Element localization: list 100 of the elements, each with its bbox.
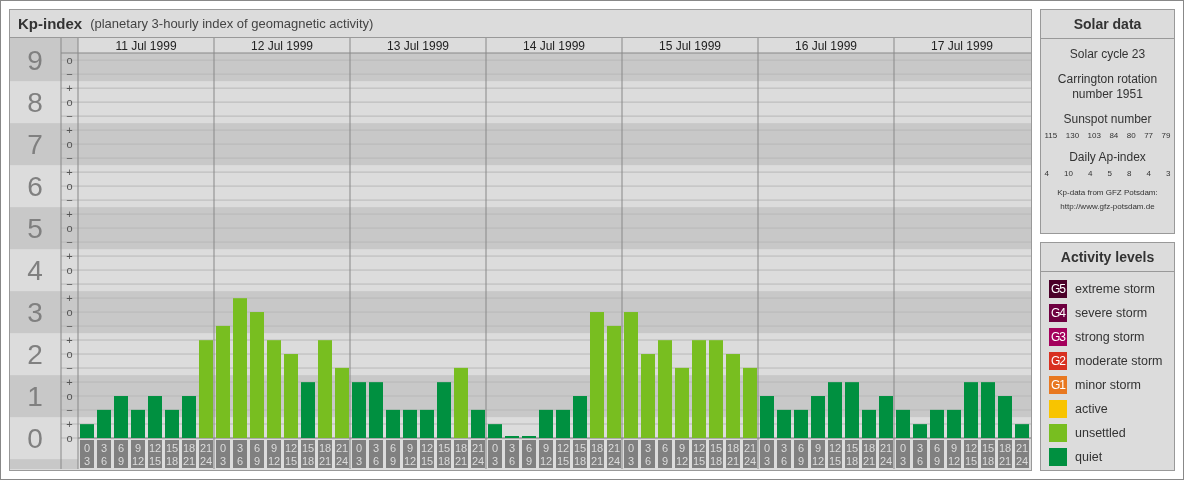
sunspot-value: 115 — [1044, 131, 1058, 140]
time-slot-label: 6 9 — [930, 440, 944, 468]
time-slot-label: 3 6 — [233, 440, 247, 468]
kp-bar — [879, 396, 893, 438]
kp-bar — [471, 409, 485, 438]
time-slot-label: 21 24 — [335, 440, 349, 468]
level-badge: G3 — [1049, 328, 1067, 346]
kp-bar — [573, 396, 587, 438]
time-slot-label: 15 18 — [845, 440, 859, 468]
kp-bar — [437, 382, 451, 438]
scale-mark: o — [66, 306, 73, 319]
time-slot-label: 6 9 — [114, 440, 128, 468]
time-slot-label: 9 12 — [811, 440, 825, 468]
sunspot-value: 77 — [1144, 131, 1154, 140]
time-slot-label: 21 24 — [879, 440, 893, 468]
kp-bar — [896, 409, 910, 438]
time-slot-label: 9 12 — [267, 440, 281, 468]
scale-mark: o — [66, 432, 73, 444]
level-badge: G2 — [1049, 352, 1067, 370]
chart-subtitle: (planetary 3-hourly index of geomagnetic activity) — [90, 16, 374, 31]
time-slot-label: 18 21 — [862, 440, 876, 468]
time-slot-label: 3 6 — [777, 440, 791, 468]
kp-bar — [828, 382, 842, 438]
kp-level-label: 1 — [27, 381, 43, 412]
kp-bar — [369, 382, 383, 438]
kp-bar — [1015, 424, 1029, 438]
ap-index-heading: Daily Ap-index — [1069, 150, 1146, 165]
kp-bar — [777, 409, 791, 438]
source-credit: Kp-data from GFZ Potsdam: — [1057, 188, 1158, 198]
time-slot-label: 18 21 — [454, 440, 468, 468]
time-slot-label: 6 9 — [658, 440, 672, 468]
time-slot-label: 12 15 — [148, 440, 162, 468]
panel-heading: Solar data — [1041, 10, 1174, 39]
time-slot-label: 6 9 — [386, 440, 400, 468]
scale-mark: + — [66, 418, 73, 430]
sunspot-value: 103 — [1087, 131, 1101, 140]
sunspot-heading: Sunspot number — [1063, 112, 1152, 127]
time-slot-label: 18 21 — [726, 440, 740, 468]
ap-value: 4 — [1146, 169, 1151, 178]
time-slot-label: 0 3 — [624, 440, 638, 468]
time-slot-label: 0 3 — [896, 440, 910, 468]
scale-mark: − — [66, 68, 73, 81]
legend-label: active — [1075, 402, 1108, 416]
time-slot-label: 21 24 — [199, 440, 213, 468]
date-label: 12 Jul 1999 — [250, 39, 314, 53]
sunspot-value: 80 — [1126, 131, 1136, 140]
level-badge: G4 — [1049, 304, 1067, 322]
time-slot-label: 3 6 — [913, 440, 927, 468]
scale-mark: + — [66, 82, 73, 95]
kp-bar — [97, 409, 111, 438]
scale-mark: + — [66, 292, 73, 305]
time-slot-label: 12 15 — [556, 440, 570, 468]
kp-level-label: 8 — [27, 87, 43, 119]
scale-mark: − — [66, 110, 73, 123]
legend-label: unsettled — [1075, 426, 1126, 440]
time-slot-label: 9 12 — [675, 440, 689, 468]
scale-mark: − — [66, 278, 73, 291]
ap-value: 3 — [1166, 169, 1171, 178]
date-label: 16 Jul 1999 — [794, 39, 858, 53]
kp-bar — [335, 367, 349, 438]
time-slot-label: 15 18 — [301, 440, 315, 468]
level-badge: G5 — [1049, 280, 1067, 298]
kp-level-label: 9 — [27, 45, 43, 77]
scale-mark: − — [66, 404, 73, 416]
ap-value: 8 — [1127, 169, 1132, 178]
time-slot-label: 9 12 — [403, 440, 417, 468]
time-slot-label: 3 6 — [641, 440, 655, 468]
time-slot-label: 3 6 — [505, 440, 519, 468]
kp-bar — [403, 409, 417, 438]
time-slot-label: 3 6 — [369, 440, 383, 468]
time-slot-label: 12 15 — [964, 440, 978, 468]
kp-bar — [488, 424, 502, 438]
ap-value: 4 — [1044, 169, 1049, 178]
ap-value: 4 — [1088, 169, 1093, 178]
kp-bar — [947, 409, 961, 438]
time-slot-label: 21 24 — [607, 440, 621, 468]
scale-mark: o — [66, 348, 73, 361]
kp-bar — [386, 409, 400, 438]
kp-bar — [148, 396, 162, 438]
legend-label: extreme storm — [1075, 282, 1155, 296]
scale-mark: o — [66, 96, 73, 109]
scale-mark: + — [66, 376, 73, 388]
scale-mark: + — [66, 208, 73, 221]
source-credit: http://www.gfz-potsdam.de — [1060, 202, 1155, 212]
time-slot-label: 21 24 — [743, 440, 757, 468]
legend-label: quiet — [1075, 450, 1103, 464]
scale-mark: o — [66, 54, 73, 67]
time-slot-label: 0 3 — [760, 440, 774, 468]
scale-mark: + — [66, 166, 73, 179]
kp-bar — [420, 409, 434, 438]
kp-bar — [743, 367, 757, 438]
date-label: 13 Jul 1999 — [386, 39, 450, 53]
scale-mark: − — [66, 362, 73, 375]
scale-mark: o — [66, 180, 73, 193]
solar-cycle: Solar cycle 23 — [1069, 47, 1146, 62]
scale-mark: + — [66, 334, 73, 347]
time-slot-label: 15 18 — [573, 440, 587, 468]
scale-mark: o — [66, 264, 73, 277]
scale-mark: − — [66, 152, 73, 165]
time-slot-label: 12 15 — [692, 440, 706, 468]
